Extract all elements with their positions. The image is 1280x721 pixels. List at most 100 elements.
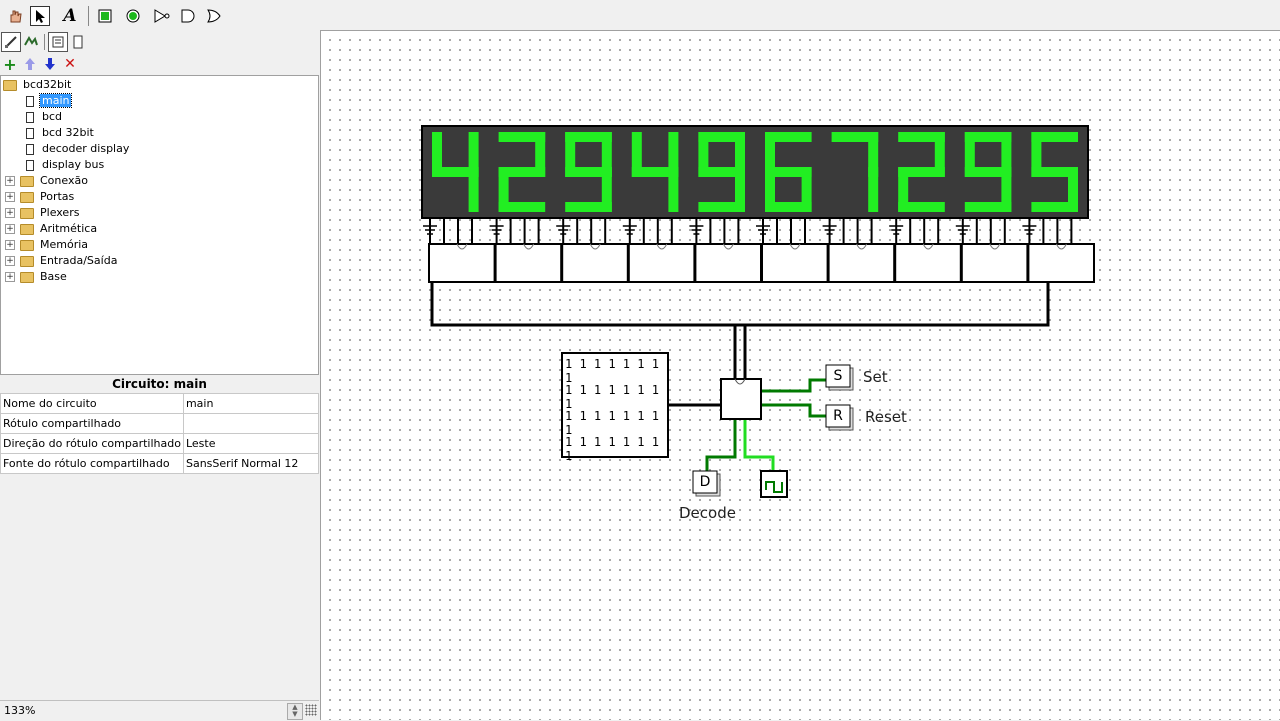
segment-d bbox=[964, 202, 1012, 212]
folder-icon bbox=[20, 223, 34, 235]
toolbox-view-icon[interactable] bbox=[48, 32, 68, 52]
segment-d bbox=[698, 202, 745, 212]
attribute-key: Fonte do rótulo compartilhado bbox=[0, 453, 184, 474]
display-bus-wire bbox=[430, 283, 1050, 327]
folder-icon bbox=[3, 79, 17, 91]
tree-project-root[interactable]: bcd32bit bbox=[3, 77, 73, 93]
rom-row: 1 1 1 1 1 1 1 1 bbox=[565, 357, 659, 385]
grid-toggle-icon[interactable] bbox=[305, 704, 317, 716]
attribute-value-shared-label[interactable] bbox=[182, 413, 320, 434]
tree-library-plexers[interactable]: Plexers bbox=[20, 205, 81, 221]
toolbar-divider bbox=[88, 6, 89, 26]
tree-library-entrada-saida[interactable]: Entrada/Saída bbox=[20, 253, 119, 269]
circuit-icon bbox=[26, 143, 34, 155]
tree-circuit-display-bus[interactable]: display bus bbox=[26, 157, 106, 173]
tree-library-label: Conexão bbox=[40, 174, 88, 187]
tree-circuit-main[interactable]: main bbox=[26, 93, 73, 109]
tree-circuit-label: main bbox=[38, 93, 73, 108]
rom-row: 1 1 1 1 1 1 1 1 bbox=[565, 409, 659, 437]
expand-icon[interactable]: + bbox=[5, 224, 15, 234]
tree-library-memoria[interactable]: Memória bbox=[20, 237, 90, 253]
tree-circuit-bcd-32bit[interactable]: bcd 32bit bbox=[26, 125, 96, 141]
bcd-decoder-box bbox=[561, 243, 629, 283]
circuit-drawing bbox=[421, 125, 1096, 498]
attribute-row: Rótulo compartilhado bbox=[0, 413, 320, 434]
tree-circuit-label: bcd bbox=[42, 110, 63, 123]
tree-library-portas[interactable]: Portas bbox=[20, 189, 76, 205]
folder-icon bbox=[20, 255, 34, 267]
tree-circuit-label: decoder display bbox=[42, 142, 130, 155]
attribute-key: Direção do rótulo compartilhado bbox=[0, 433, 184, 454]
reset-button[interactable]: R bbox=[826, 405, 850, 427]
segment-g bbox=[698, 167, 745, 177]
set-button[interactable]: S bbox=[826, 365, 850, 387]
expand-icon[interactable]: + bbox=[5, 256, 15, 266]
set-label: Set bbox=[863, 368, 888, 386]
tree-library-conexao[interactable]: Conexão bbox=[20, 173, 90, 189]
zoom-level[interactable]: 133% bbox=[4, 704, 35, 717]
add-circuit-icon[interactable]: + bbox=[0, 54, 20, 74]
set-button-letter: S bbox=[833, 368, 843, 384]
tree-library-label: Base bbox=[40, 270, 67, 283]
zoom-spinner[interactable]: ▲ ▼ bbox=[287, 703, 303, 720]
decode-pin[interactable]: D bbox=[693, 471, 717, 493]
expand-icon[interactable]: + bbox=[5, 272, 15, 282]
bcd-decoder-box bbox=[827, 243, 896, 283]
attribute-value-circuit-name[interactable]: main bbox=[182, 393, 320, 414]
folder-icon bbox=[20, 207, 34, 219]
tree-library-label: Memória bbox=[40, 238, 89, 251]
attribute-key: Nome do circuito bbox=[0, 393, 184, 414]
bcd-decoder-box bbox=[894, 243, 962, 283]
tree-library-label: Plexers bbox=[40, 206, 80, 219]
delete-circuit-icon[interactable]: ✕ bbox=[60, 54, 80, 74]
attribute-value-label-font[interactable]: SansSerif Normal 12 bbox=[182, 453, 320, 474]
tree-circuit-decoder-display[interactable]: decoder display bbox=[26, 141, 131, 157]
folder-icon bbox=[20, 175, 34, 187]
expand-icon[interactable]: + bbox=[5, 192, 15, 202]
circuit-canvas[interactable]: 1 1 1 1 1 1 1 1 1 1 1 1 1 1 1 1 1 1 1 1 … bbox=[320, 30, 1280, 720]
tree-circuit-bcd[interactable]: bcd bbox=[26, 109, 64, 125]
decode-label: Decode bbox=[679, 504, 736, 522]
select-arrow-icon[interactable] bbox=[30, 6, 50, 26]
attributes-table: Nome do circuito main Rótulo compartilha… bbox=[0, 393, 320, 474]
rom-content[interactable]: 1 1 1 1 1 1 1 1 1 1 1 1 1 1 1 1 1 1 1 1 … bbox=[565, 357, 665, 463]
expand-icon[interactable]: + bbox=[5, 208, 15, 218]
edit-appearance-icon[interactable] bbox=[21, 32, 41, 52]
segment-g bbox=[964, 167, 1012, 177]
tree-library-base[interactable]: Base bbox=[20, 269, 69, 285]
toolbar-divider bbox=[44, 34, 45, 50]
edit-circuit-icon[interactable] bbox=[1, 32, 21, 52]
expand-icon[interactable]: + bbox=[5, 240, 15, 250]
segment-c bbox=[801, 167, 812, 212]
input-pin-icon[interactable] bbox=[95, 6, 115, 26]
segment-d bbox=[1031, 202, 1078, 212]
segment-c bbox=[868, 167, 879, 212]
simulation-view-icon[interactable] bbox=[68, 32, 88, 52]
reset-wire bbox=[761, 403, 826, 418]
attributes-title: Circuito: main bbox=[112, 377, 207, 391]
output-pin-icon[interactable] bbox=[123, 6, 143, 26]
attribute-value-label-direction[interactable]: Leste bbox=[182, 433, 320, 454]
seven-segment-display-bank bbox=[421, 125, 1089, 244]
attribute-row: Direção do rótulo compartilhado Leste bbox=[0, 433, 320, 454]
not-gate-icon[interactable] bbox=[152, 6, 172, 26]
expand-icon[interactable]: + bbox=[5, 176, 15, 186]
bcd-decoder-bank bbox=[428, 243, 1096, 283]
move-down-icon[interactable] bbox=[40, 54, 60, 74]
segment-g bbox=[565, 167, 612, 177]
tree-library-label: Portas bbox=[40, 190, 75, 203]
clock-wire bbox=[743, 419, 775, 471]
reset-label: Reset bbox=[865, 408, 907, 426]
or-gate-icon[interactable] bbox=[204, 6, 224, 26]
text-tool-icon[interactable]: A bbox=[60, 6, 80, 26]
tree-circuit-label: bcd 32bit bbox=[42, 126, 94, 139]
circuit-icon bbox=[26, 127, 34, 139]
set-wire bbox=[761, 378, 826, 393]
move-up-icon[interactable] bbox=[20, 54, 40, 74]
circuit-icon bbox=[26, 95, 34, 107]
and-gate-icon[interactable] bbox=[178, 6, 198, 26]
segment-d bbox=[898, 202, 945, 212]
segment-d bbox=[498, 202, 546, 212]
tree-library-aritmetica[interactable]: Aritmética bbox=[20, 221, 99, 237]
hand-poke-icon[interactable] bbox=[5, 6, 25, 26]
